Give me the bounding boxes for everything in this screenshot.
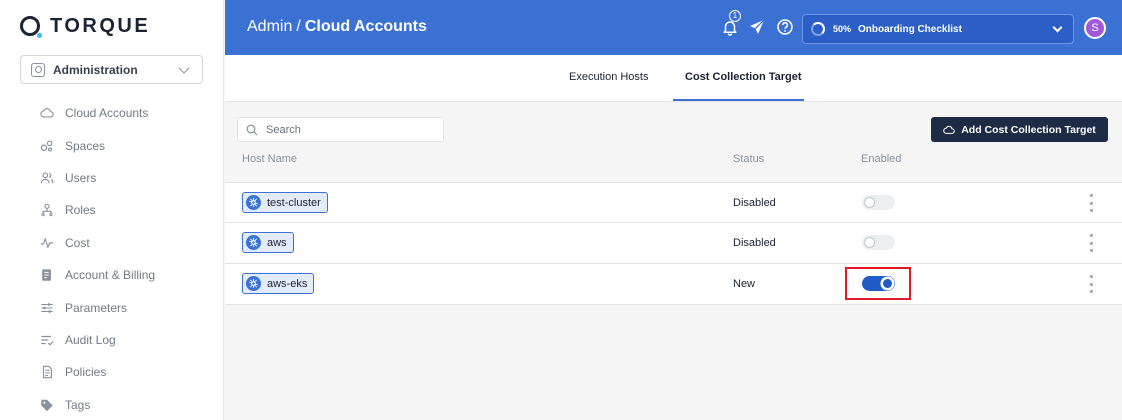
user-avatar[interactable]: S [1084, 17, 1106, 39]
cost-icon [40, 236, 54, 250]
spaces-icon [40, 139, 54, 153]
sidebar-item-label: Policies [65, 365, 107, 380]
sidebar-item-label: Cost [65, 235, 90, 250]
more-options-icon[interactable] [1087, 275, 1095, 293]
host-chip[interactable]: aws-eks [242, 273, 315, 294]
column-header-status: Status [733, 153, 765, 165]
sidebar-item-audit-log[interactable]: Audit Log [40, 324, 155, 356]
onboarding-label: Onboarding Checklist [858, 23, 962, 35]
toggle-knob [882, 278, 893, 289]
billing-icon [40, 268, 54, 282]
sidebar-item-label: Cloud Accounts [65, 106, 149, 121]
more-options-icon[interactable] [1087, 234, 1095, 252]
host-name: aws-eks [267, 277, 308, 290]
sidebar-item-tags[interactable]: Tags [40, 389, 155, 420]
brand-name: TORQUE [50, 14, 151, 37]
table-row: test-cluster Disabled [225, 182, 1122, 223]
add-cost-collection-target-button[interactable]: Add Cost Collection Target [931, 117, 1108, 142]
sidebar: TORQUE Administration Cloud Accounts Spa… [0, 0, 224, 420]
blank-cell [389, 185, 415, 221]
host-chip[interactable]: test-cluster [242, 192, 328, 213]
host-name: aws [267, 236, 287, 249]
cloud-icon [40, 106, 54, 120]
cloud-icon [943, 125, 955, 134]
sliders-icon [40, 301, 54, 315]
roles-icon [40, 203, 54, 217]
send-button[interactable] [748, 18, 766, 36]
add-button-label: Add Cost Collection Target [961, 123, 1096, 136]
more-options-icon[interactable] [1087, 194, 1095, 212]
sidebar-item-spaces[interactable]: Spaces [40, 129, 155, 161]
search-input[interactable] [266, 123, 435, 136]
column-header-host-name: Host Name [242, 153, 298, 165]
sidebar-item-label: Audit Log [65, 332, 116, 347]
status-text: New [733, 278, 756, 290]
kubernetes-icon [246, 276, 261, 291]
toggle-knob [864, 197, 875, 208]
chevron-down-icon [1052, 22, 1063, 32]
policies-icon [40, 365, 54, 379]
column-header-enabled: Enabled [861, 153, 902, 165]
kubernetes-icon [246, 195, 261, 210]
sidebar-item-label: Account & Billing [65, 268, 156, 283]
breadcrumb-current: Cloud Accounts [304, 18, 427, 35]
sidebar-item-label: Spaces [65, 138, 106, 153]
sidebar-item-users[interactable]: Users [40, 162, 155, 194]
tag-icon [40, 398, 54, 412]
send-icon [750, 19, 765, 34]
toggle-knob [864, 237, 875, 248]
space-icon [31, 62, 45, 77]
enabled-toggle[interactable] [862, 235, 895, 250]
sidebar-item-label: Parameters [65, 300, 128, 315]
sidebar-item-label: Tags [65, 397, 91, 412]
breadcrumb-separator: / [296, 18, 301, 35]
space-selector[interactable]: Administration [20, 55, 203, 84]
table-row: aws-eks New [225, 264, 1122, 305]
users-icon [40, 171, 54, 185]
kubernetes-icon [246, 235, 261, 250]
audit-log-icon [40, 333, 54, 347]
host-chip[interactable]: aws [242, 232, 294, 253]
search-box [237, 117, 444, 142]
sidebar-item-cloud-accounts[interactable]: Cloud Accounts [40, 97, 155, 129]
page-title: Admin / Cloud Accounts [247, 18, 427, 36]
tab-bar: Execution Hosts Cost Collection Target [225, 55, 1122, 102]
status-text: Disabled [733, 237, 776, 249]
help-icon [777, 19, 793, 35]
onboarding-checklist-dropdown[interactable]: 50% Onboarding Checklist [802, 14, 1074, 44]
sidebar-item-cost[interactable]: Cost [40, 227, 155, 259]
torque-logo[interactable]: TORQUE [20, 14, 151, 38]
notification-count-badge: 1 [729, 10, 741, 22]
host-name: test-cluster [267, 196, 321, 209]
status-text: Disabled [733, 197, 776, 209]
sidebar-item-policies[interactable]: Policies [40, 356, 155, 388]
progress-ring-icon [811, 22, 825, 36]
breadcrumb-admin[interactable]: Admin [247, 18, 292, 35]
top-header: Admin / Cloud Accounts 1 50% Onboarding Ch… [225, 0, 1122, 55]
space-selector-value: Administration [53, 62, 138, 77]
notifications-button[interactable]: 1 [721, 10, 741, 36]
sidebar-item-account-billing[interactable]: Account & Billing [40, 259, 155, 291]
sidebar-item-label: Users [65, 170, 97, 185]
cost-targets-table: test-cluster Disabled aws Disabled aws-e… [225, 182, 1122, 305]
sidebar-item-parameters[interactable]: Parameters [40, 291, 155, 323]
table-row: aws Disabled [225, 223, 1122, 264]
onboarding-percent: 50% [833, 24, 852, 34]
chevron-down-icon [178, 61, 190, 74]
sidebar-nav: Cloud Accounts Spaces Users Roles Cost A… [40, 97, 155, 420]
search-icon [246, 124, 258, 135]
tab-execution-hosts[interactable]: Execution Hosts [569, 71, 648, 83]
torque-logo-icon [20, 16, 42, 38]
active-tab-indicator [673, 99, 804, 101]
sidebar-item-roles[interactable]: Roles [40, 194, 155, 226]
sidebar-item-label: Roles [65, 203, 96, 218]
help-button[interactable] [776, 18, 794, 36]
enabled-toggle[interactable] [862, 276, 895, 291]
tab-cost-collection-target[interactable]: Cost Collection Target [685, 71, 802, 83]
enabled-toggle[interactable] [862, 195, 895, 210]
